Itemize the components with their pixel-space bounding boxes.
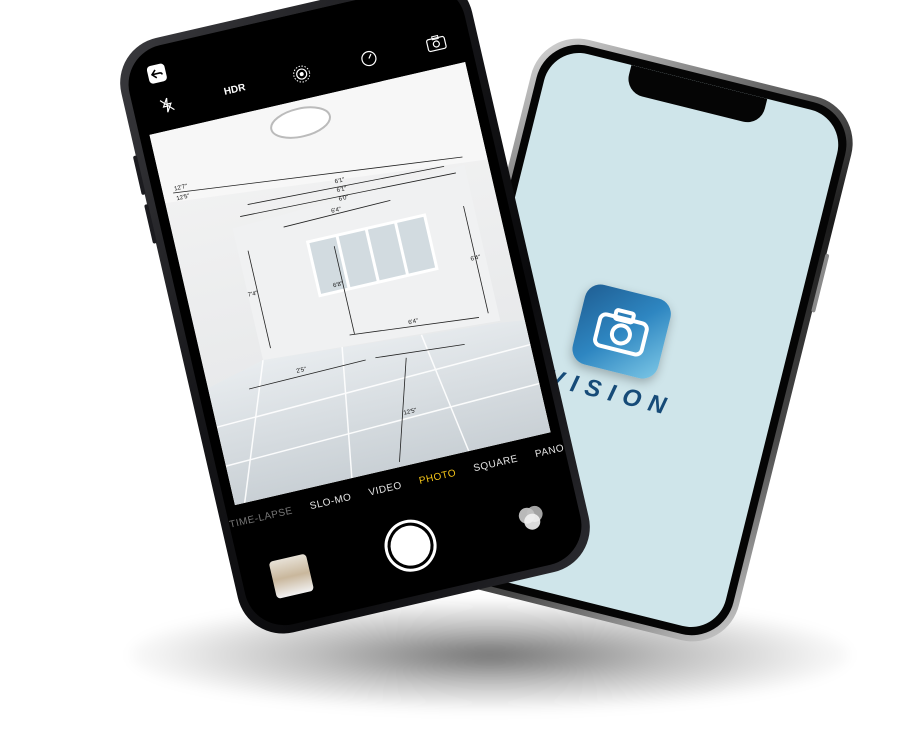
mode-time-lapse[interactable]: TIME-LAPSE — [228, 505, 293, 530]
shutter-button[interactable] — [379, 514, 442, 577]
timer-icon[interactable] — [351, 41, 387, 77]
flash-off-icon[interactable] — [150, 87, 186, 123]
hdr-toggle[interactable]: HDR — [217, 72, 253, 108]
live-photo-icon[interactable] — [284, 56, 320, 92]
mode-pano[interactable]: PANO — [534, 443, 565, 460]
camera-logo-icon — [593, 308, 649, 357]
camera-screen: HDR 12'7" 12'5" 6'1" 6'1" 6'0" 6'4" 7'4"… — [120, 0, 590, 634]
mode-video[interactable]: VIDEO — [368, 480, 403, 498]
shutter-button-inner — [386, 521, 435, 570]
app-logo-tile[interactable] — [569, 281, 675, 382]
back-icon[interactable] — [146, 62, 168, 85]
room-scene: 12'7" 12'5" 6'1" 6'1" 6'0" 6'4" 7'4" 6'8… — [149, 61, 551, 506]
camera-viewfinder[interactable]: 12'7" 12'5" 6'1" 6'1" 6'0" 6'4" 7'4" 6'8… — [149, 61, 551, 506]
product-mockup: VISION HDR 12'7" 12'5" 6'1" 6'1" 6'0" 6'… — [0, 0, 909, 751]
mode-slo-mo[interactable]: SLO-MO — [309, 492, 353, 512]
mode-square[interactable]: SQUARE — [472, 453, 519, 474]
camera-flip-icon[interactable] — [418, 25, 454, 61]
filters-icon[interactable] — [511, 500, 553, 537]
mode-photo[interactable]: PHOTO — [418, 468, 457, 487]
last-photo-thumbnail[interactable] — [268, 553, 315, 600]
floor-shadow — [130, 600, 850, 710]
